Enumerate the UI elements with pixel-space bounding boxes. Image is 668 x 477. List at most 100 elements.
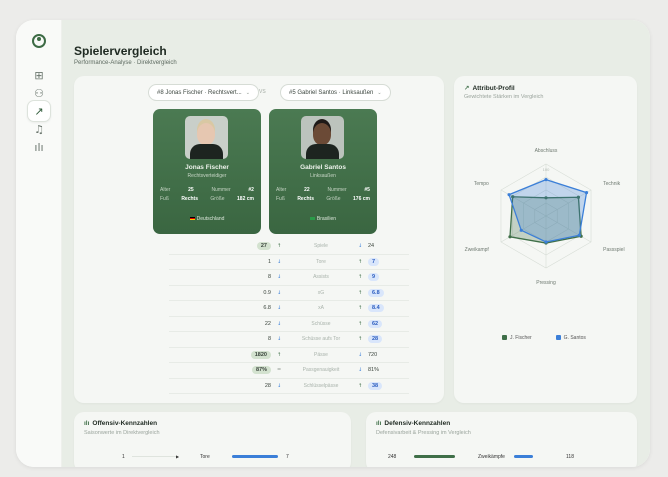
stat-left-value: 22 xyxy=(264,320,271,327)
stats-table: 27 ↑ Spiele ↓ 24 1 ↓ Tore ↑ 7 8 ↓ Assists ↑ 9 0.9 ↓ xG ↑ 6.… xyxy=(169,239,409,394)
radar-card: ↗ Attribut-Profil Gewichtete Stärken im V… xyxy=(454,76,637,403)
stat-row: 28 ↓ Schlüsselpässe ↑ 38 xyxy=(169,379,409,394)
stat-label: Pässe xyxy=(314,351,328,358)
stat-left-arrow-icon: ↓ xyxy=(277,320,282,327)
defensive-subtitle: Defensivarbeit & Pressing im Vergleich xyxy=(376,430,471,436)
page-subtitle: Performance-Analyse · Direktvergleich xyxy=(74,60,177,66)
offensive-right-bar xyxy=(232,455,278,458)
stat-left-value: 8 xyxy=(267,274,271,280)
stat-right-arrow-icon: ↑ xyxy=(358,305,363,311)
radar-chart: Abschluss Technik Passspiel Pressing Zweikam… xyxy=(465,148,625,286)
stat-right-value: 62 xyxy=(368,319,383,328)
stat-right-value: 28 xyxy=(368,335,383,343)
radar-point[interactable] xyxy=(544,178,548,182)
stat-label: xG xyxy=(317,289,325,296)
player-nation: Brasilien xyxy=(269,216,377,222)
flag-brazil-icon xyxy=(309,217,315,221)
stat-label: Passgenauigkeit xyxy=(302,367,340,373)
offensive-subtitle: Saisonwerte im Direktvergleich xyxy=(84,430,160,436)
main-area: Spielervergleich Performance-Analyse · D… xyxy=(62,20,650,467)
stat-row: 6.8 ↓ xA ↑ 8.4 xyxy=(169,301,409,317)
defensive-left-value: 248 xyxy=(388,454,397,460)
radar-axis-label: Technik xyxy=(603,181,620,187)
player-card-left[interactable]: Jonas Fischer Rechtsverteidiger Alter 25 … xyxy=(153,109,261,234)
offensive-right-value: 7 xyxy=(286,454,289,460)
stat-right-value: 7 xyxy=(368,257,380,266)
player-card-right[interactable]: Gabriel Santos Linksaußen Alter 22 Nummer… xyxy=(269,109,377,234)
stat-label: Assists xyxy=(313,274,329,280)
stat-row: 8 ↓ Schüsse aufs Tor ↑ 28 xyxy=(169,332,409,348)
player-stats: Alter 25 Nummer #2 Fuß Rechts Größe 182 cm xyxy=(160,187,254,202)
stat-label: Schüsse xyxy=(311,320,331,327)
radar-point[interactable] xyxy=(519,228,523,232)
stat-left-arrow-icon: ↑ xyxy=(277,243,282,249)
legend-item-santos[interactable]: G. Santos xyxy=(555,335,586,341)
player-name: Gabriel Santos xyxy=(300,164,346,171)
offensive-left-value: 1 xyxy=(122,454,125,460)
stat-row: 22 ↓ Schüsse ↑ 62 xyxy=(169,317,409,332)
stat-right-arrow-icon: ↑ xyxy=(358,320,363,327)
stat-left-arrow-icon: ↓ xyxy=(277,382,282,389)
radar-point[interactable] xyxy=(508,235,512,239)
stat-left-arrow-icon: ↓ xyxy=(277,258,282,265)
offensive-row-label: Tore xyxy=(200,454,210,460)
stat-left-value: 0.9 xyxy=(263,289,271,296)
radar-point[interactable] xyxy=(507,193,511,197)
legend-item-fischer[interactable]: J. Fischer xyxy=(502,335,532,341)
radar-subtitle: Gewichtete Stärken im Vergleich xyxy=(464,94,544,100)
stat-label: Schüsse aufs Tor xyxy=(301,336,341,342)
stat-left-value: 8 xyxy=(267,336,271,342)
stat-left-arrow-icon: = xyxy=(277,367,282,373)
stat-left-value: 6.8 xyxy=(263,305,271,311)
defensive-row-label: Zweikämpfe xyxy=(478,454,505,460)
stat-right-arrow-icon: ↑ xyxy=(358,336,363,342)
player-photo xyxy=(301,116,344,159)
stat-left-value: 87% xyxy=(251,366,271,374)
radar-point[interactable] xyxy=(584,191,589,195)
defensive-left-bar xyxy=(414,455,455,458)
stat-right-arrow-icon: ↑ xyxy=(358,258,363,265)
page-title: Spielervergleich xyxy=(74,44,167,58)
stat-left-value: 28 xyxy=(264,382,271,389)
radar-point[interactable] xyxy=(544,240,548,244)
stat-right-arrow-icon: ↑ xyxy=(358,382,363,389)
player-position: Rechtsverteidiger xyxy=(187,173,227,179)
defensive-right-value: 118 xyxy=(566,454,574,460)
player-photo xyxy=(185,116,228,159)
player-select-right[interactable]: #5 Gabriel Santos · Linksaußen ⌄ xyxy=(280,84,391,101)
player-stats: Alter 22 Nummer #5 Fuß Rechts Größe 176 cm xyxy=(276,187,370,202)
bar-chart-icon: ılı xyxy=(376,420,382,427)
stat-right-value: 6.8 xyxy=(368,288,384,297)
app-window: ⊞ ⚇ ↗ ♫ ılı Spielervergleich Performance… xyxy=(16,20,650,467)
radar-legend: J. Fischer G. Santos xyxy=(502,335,586,341)
player-nation: Deutschland xyxy=(153,216,261,222)
stat-right-arrow-icon: ↑ xyxy=(358,289,363,296)
stat-right-arrow-icon: ↑ xyxy=(358,274,363,280)
chevron-down-icon: ⌄ xyxy=(377,89,382,96)
stat-row: 27 ↑ Spiele ↓ 24 xyxy=(169,239,409,255)
bar-chart-icon: ılı xyxy=(84,420,90,427)
stat-right-value: 24 xyxy=(368,243,375,249)
radar-axis-label: Passspiel xyxy=(603,247,624,253)
offensive-card: ılı Offensiv-Kennzahlen Saisonwerte im Di… xyxy=(74,412,351,467)
stat-right-value: 9 xyxy=(368,273,380,281)
stat-left-arrow-icon: ↓ xyxy=(277,274,282,280)
vs-label: VS xyxy=(259,89,266,95)
stat-left-value: 1820 xyxy=(250,350,271,359)
comparison-card: #8 Jonas Fischer · Rechtsvert... ⌄ VS #5 … xyxy=(74,76,444,403)
stat-right-value: 8.4 xyxy=(368,304,384,312)
stat-left-arrow-icon: ↑ xyxy=(277,351,282,358)
stat-left-value: 1 xyxy=(267,258,271,265)
radar-point[interactable] xyxy=(577,233,581,237)
chevron-down-icon: ⌄ xyxy=(245,89,250,96)
stat-row: 8 ↓ Assists ↑ 9 xyxy=(169,270,409,286)
player-select-left[interactable]: #8 Jonas Fischer · Rechtsvert... ⌄ xyxy=(148,84,259,101)
stat-left-arrow-icon: ↓ xyxy=(277,336,282,342)
radar-axis-label: Abschluss xyxy=(535,148,558,154)
defensive-card: ılı Defensiv-Kennzahlen Defensivarbeit & … xyxy=(366,412,637,467)
player-position: Linksaußen xyxy=(310,173,336,179)
offensive-title: ılı Offensiv-Kennzahlen xyxy=(84,420,158,427)
radar-title: ↗ Attribut-Profil xyxy=(464,84,515,92)
chart-icon[interactable]: ılı xyxy=(27,136,51,158)
sidebar: ⊞ ⚇ ↗ ♫ ılı xyxy=(16,20,62,467)
